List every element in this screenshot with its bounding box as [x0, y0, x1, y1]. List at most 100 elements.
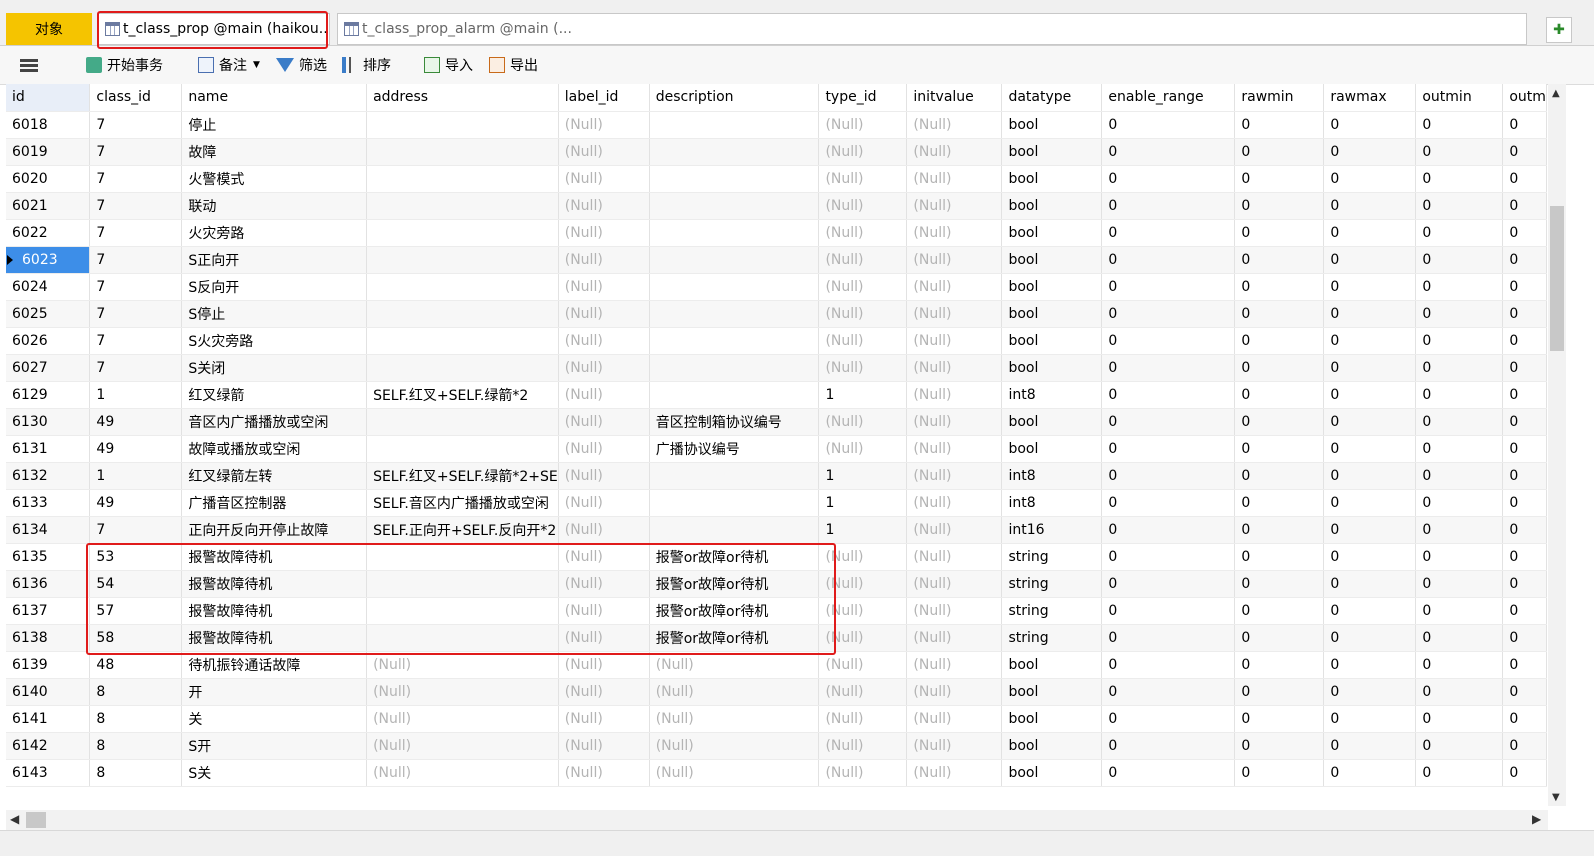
cell-description[interactable] — [649, 489, 820, 517]
cell-initvalue[interactable]: (Null) — [906, 435, 1003, 463]
cell-enable-range[interactable]: 0 — [1101, 408, 1236, 436]
cell-type-id[interactable]: (Null) — [818, 354, 908, 382]
cell-initvalue[interactable]: (Null) — [906, 111, 1003, 139]
cell-id[interactable]: 6019 — [6, 138, 91, 166]
cell-outm[interactable]: 0 — [1502, 327, 1547, 355]
cell-rawmax[interactable]: 0 — [1323, 705, 1417, 733]
table-row[interactable]: 6131 49 故障或播放或空闲 (Null) 广播协议编号 (Null) (Null) bo… — [6, 435, 1547, 463]
cell-type-id[interactable]: 1 — [818, 516, 908, 544]
cell-label-id[interactable]: (Null) — [558, 489, 650, 517]
cell-id[interactable]: 6139 — [6, 651, 91, 679]
cell-class-id[interactable]: 49 — [89, 489, 183, 517]
cell-outmin[interactable]: 0 — [1415, 651, 1504, 679]
cell-enable-range[interactable]: 0 — [1101, 138, 1236, 166]
column-header-label-id[interactable]: label_id — [558, 84, 650, 112]
cell-outmin[interactable]: 0 — [1415, 570, 1504, 598]
cell-id[interactable]: 6132 — [6, 462, 91, 490]
cell-type-id[interactable]: (Null) — [818, 219, 908, 247]
cell-datatype[interactable]: string — [1001, 624, 1103, 652]
cell-outm[interactable]: 0 — [1502, 192, 1547, 220]
cell-description[interactable] — [649, 327, 820, 355]
cell-initvalue[interactable]: (Null) — [906, 246, 1003, 274]
cell-rawmin[interactable]: 0 — [1234, 624, 1325, 652]
cell-type-id[interactable]: (Null) — [818, 165, 908, 193]
cell-datatype[interactable]: bool — [1001, 678, 1103, 706]
cell-class-id[interactable]: 7 — [89, 273, 183, 301]
cell-rawmax[interactable]: 0 — [1323, 543, 1417, 571]
cell-id[interactable]: 6130 — [6, 408, 91, 436]
cell-name[interactable]: S火灾旁路 — [181, 327, 368, 355]
cell-id[interactable]: 6137 — [6, 597, 91, 625]
sort-button[interactable]: 排序 — [342, 54, 391, 76]
cell-id[interactable]: 6021 — [6, 192, 91, 220]
cell-datatype[interactable]: bool — [1001, 219, 1103, 247]
new-tab-icon[interactable]: ✚ — [1546, 17, 1572, 43]
cell-datatype[interactable]: bool — [1001, 732, 1103, 760]
cell-outm[interactable]: 0 — [1502, 273, 1547, 301]
cell-datatype[interactable]: bool — [1001, 759, 1103, 787]
cell-class-id[interactable]: 49 — [89, 408, 183, 436]
table-row[interactable]: 6130 49 音区内广播播放或空闲 (Null) 音区控制箱协议编号 (Null) (Nu… — [6, 408, 1547, 436]
table-row[interactable]: 6026 7 S火灾旁路 (Null) (Null) (Null) bool 0 0 0 0 0 — [6, 327, 1547, 355]
cell-initvalue[interactable]: (Null) — [906, 651, 1003, 679]
cell-initvalue[interactable]: (Null) — [906, 138, 1003, 166]
table-row[interactable]: 6027 7 S关闭 (Null) (Null) (Null) bool 0 0 0 0 0 — [6, 354, 1547, 382]
cell-name[interactable]: 故障或播放或空闲 — [181, 435, 368, 463]
cell-outmin[interactable]: 0 — [1415, 624, 1504, 652]
cell-rawmin[interactable]: 0 — [1234, 300, 1325, 328]
cell-label-id[interactable]: (Null) — [558, 246, 650, 274]
cell-class-id[interactable]: 7 — [89, 192, 183, 220]
scroll-right-icon[interactable]: ▶ — [1532, 812, 1541, 826]
table-row[interactable]: 6020 7 火警模式 (Null) (Null) (Null) bool 0 0 0 0 0 — [6, 165, 1547, 193]
begin-transaction-button[interactable]: 开始事务 — [86, 54, 163, 76]
filter-button[interactable]: 筛选 — [276, 54, 327, 76]
cell-enable-range[interactable]: 0 — [1101, 192, 1236, 220]
cell-address[interactable]: (Null) — [366, 651, 559, 679]
cell-id[interactable]: 6134 — [6, 516, 91, 544]
cell-rawmin[interactable]: 0 — [1234, 192, 1325, 220]
cell-enable-range[interactable]: 0 — [1101, 489, 1236, 517]
cell-id[interactable]: 6023 — [6, 246, 91, 274]
cell-description[interactable] — [649, 219, 820, 247]
table-row[interactable]: 6132 1 红叉绿箭左转 SELF.红叉+SELF.绿箭*2+SE (Null) 1 (N… — [6, 462, 1547, 490]
cell-enable-range[interactable]: 0 — [1101, 570, 1236, 598]
cell-rawmin[interactable]: 0 — [1234, 489, 1325, 517]
cell-rawmin[interactable]: 0 — [1234, 219, 1325, 247]
cell-class-id[interactable]: 7 — [89, 219, 183, 247]
cell-datatype[interactable]: bool — [1001, 327, 1103, 355]
cell-enable-range[interactable]: 0 — [1101, 327, 1236, 355]
column-header-name[interactable]: name — [181, 84, 368, 112]
cell-label-id[interactable]: (Null) — [558, 759, 650, 787]
cell-name[interactable]: 红叉绿箭 — [181, 381, 368, 409]
cell-address[interactable] — [366, 111, 559, 139]
cell-outm[interactable]: 0 — [1502, 624, 1547, 652]
cell-outmin[interactable]: 0 — [1415, 138, 1504, 166]
cell-class-id[interactable]: 7 — [89, 138, 183, 166]
table-row[interactable]: 6143 8 S关 (Null) (Null) (Null) (Null) (Null) boo… — [6, 759, 1547, 787]
cell-type-id[interactable]: (Null) — [818, 705, 908, 733]
cell-label-id[interactable]: (Null) — [558, 219, 650, 247]
cell-class-id[interactable]: 8 — [89, 732, 183, 760]
cell-name[interactable]: 关 — [181, 705, 368, 733]
cell-address[interactable]: (Null) — [366, 678, 559, 706]
cell-label-id[interactable]: (Null) — [558, 435, 650, 463]
cell-datatype[interactable]: bool — [1001, 408, 1103, 436]
cell-outm[interactable]: 0 — [1502, 570, 1547, 598]
cell-rawmax[interactable]: 0 — [1323, 300, 1417, 328]
cell-class-id[interactable]: 57 — [89, 597, 183, 625]
cell-initvalue[interactable]: (Null) — [906, 408, 1003, 436]
cell-rawmax[interactable]: 0 — [1323, 624, 1417, 652]
column-header-rawmax[interactable]: rawmax — [1323, 84, 1417, 112]
cell-rawmin[interactable]: 0 — [1234, 462, 1325, 490]
cell-initvalue[interactable]: (Null) — [906, 192, 1003, 220]
cell-type-id[interactable]: (Null) — [818, 435, 908, 463]
cell-name[interactable]: S正向开 — [181, 246, 368, 274]
cell-outm[interactable]: 0 — [1502, 678, 1547, 706]
cell-type-id[interactable]: (Null) — [818, 273, 908, 301]
cell-name[interactable]: S反向开 — [181, 273, 368, 301]
cell-id[interactable]: 6020 — [6, 165, 91, 193]
column-header-address[interactable]: address — [366, 84, 559, 112]
cell-outmin[interactable]: 0 — [1415, 219, 1504, 247]
cell-initvalue[interactable]: (Null) — [906, 732, 1003, 760]
cell-description[interactable]: (Null) — [649, 651, 820, 679]
